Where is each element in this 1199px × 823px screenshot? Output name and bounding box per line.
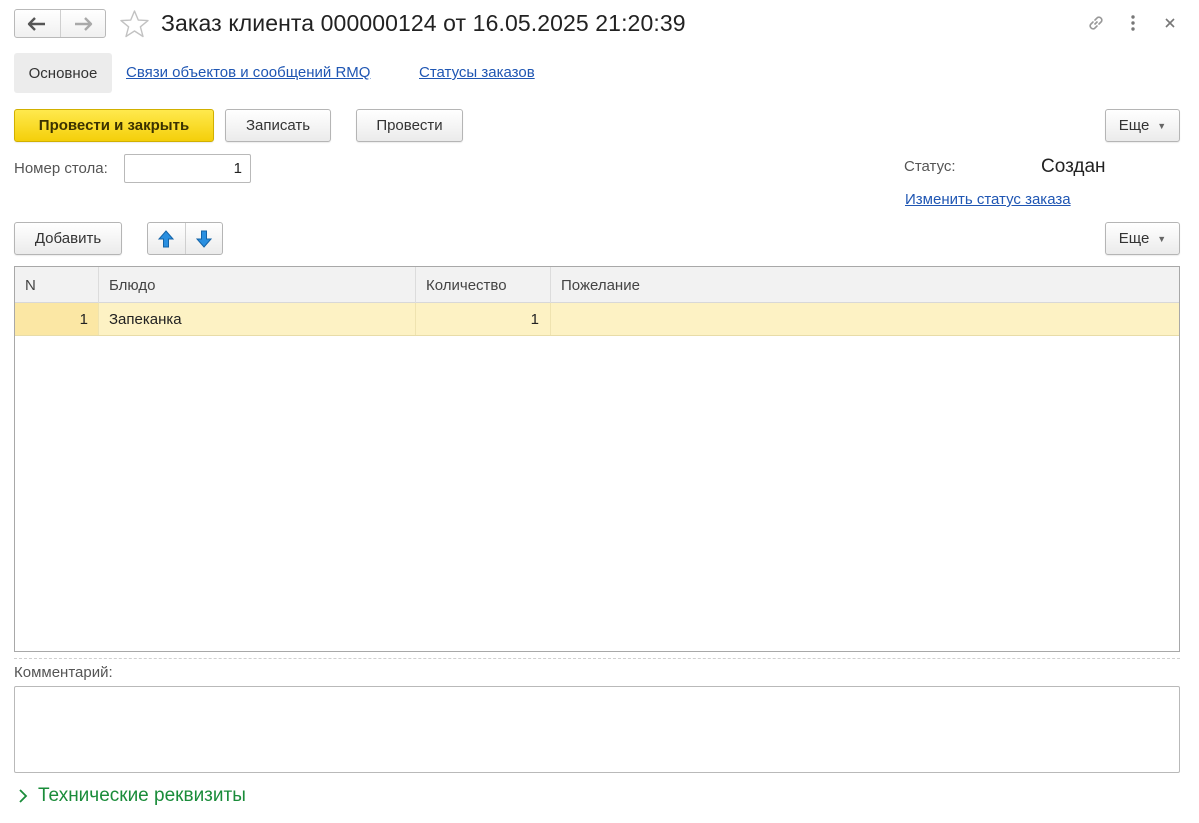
chevron-right-icon	[19, 789, 28, 803]
arrow-up-icon	[158, 229, 175, 247]
table-more-button-label: Еще	[1118, 230, 1150, 247]
forward-button[interactable]	[59, 10, 106, 37]
tab-main[interactable]: Основное	[14, 53, 112, 93]
separator	[14, 658, 1180, 659]
table-number-input[interactable]: 1	[124, 154, 251, 183]
change-status-link[interactable]: Изменить статус заказа	[905, 191, 1071, 208]
table-number-label: Номер стола:	[14, 160, 108, 177]
table-more-button[interactable]: Еще ▼	[1105, 222, 1180, 255]
move-down-button[interactable]	[184, 223, 223, 254]
technical-attributes-group[interactable]: Технические реквизиты	[18, 785, 246, 807]
post-and-close-button[interactable]: Провести и закрыть	[14, 109, 214, 142]
more-button-label: Еще	[1118, 117, 1150, 134]
tab-order-statuses[interactable]: Статусы заказов	[419, 64, 535, 81]
cell-quantity[interactable]: 1	[416, 303, 551, 335]
add-row-button[interactable]: Добавить	[14, 222, 122, 255]
move-row-buttons	[147, 222, 223, 255]
arrow-right-icon	[74, 16, 92, 31]
column-header-wish[interactable]: Пожелание	[551, 267, 1179, 303]
close-icon[interactable]	[1159, 12, 1181, 34]
order-items-table[interactable]: N Блюдо Количество Пожелание 1 Запеканка…	[14, 266, 1180, 652]
cell-wish[interactable]	[551, 303, 1179, 335]
tab-rmq-links[interactable]: Связи объектов и сообщений RMQ	[126, 64, 370, 81]
cell-dish[interactable]: Запеканка	[99, 303, 416, 335]
title-bar: Заказ клиента 000000124 от 16.05.2025 21…	[0, 0, 1199, 48]
navigation-buttons	[14, 9, 106, 38]
comment-label: Комментарий:	[14, 664, 113, 681]
table-header: N Блюдо Количество Пожелание	[15, 267, 1179, 303]
column-header-n[interactable]: N	[15, 267, 99, 303]
more-button[interactable]: Еще ▼	[1105, 109, 1180, 142]
post-button[interactable]: Провести	[356, 109, 463, 142]
technical-attributes-label: Технические реквизиты	[38, 785, 246, 806]
window-title: Заказ клиента 000000124 от 16.05.2025 21…	[161, 10, 686, 36]
status-value: Создан	[1041, 156, 1106, 177]
status-label: Статус:	[904, 158, 956, 175]
column-header-dish[interactable]: Блюдо	[99, 267, 416, 303]
table-row[interactable]: 1 Запеканка 1	[15, 303, 1179, 336]
column-header-quantity[interactable]: Количество	[416, 267, 551, 303]
link-icon[interactable]	[1085, 12, 1107, 34]
caret-down-icon: ▼	[1157, 120, 1167, 131]
arrow-down-icon	[195, 230, 212, 248]
move-up-button[interactable]	[148, 223, 185, 254]
favorite-star-icon[interactable]	[119, 9, 150, 39]
comment-textarea[interactable]	[14, 686, 1180, 773]
caret-down-icon: ▼	[1157, 233, 1167, 244]
save-button[interactable]: Записать	[225, 109, 331, 142]
arrow-left-icon	[28, 16, 46, 31]
back-button[interactable]	[15, 10, 60, 37]
cell-n[interactable]: 1	[15, 303, 99, 335]
more-vertical-icon[interactable]	[1122, 12, 1144, 34]
